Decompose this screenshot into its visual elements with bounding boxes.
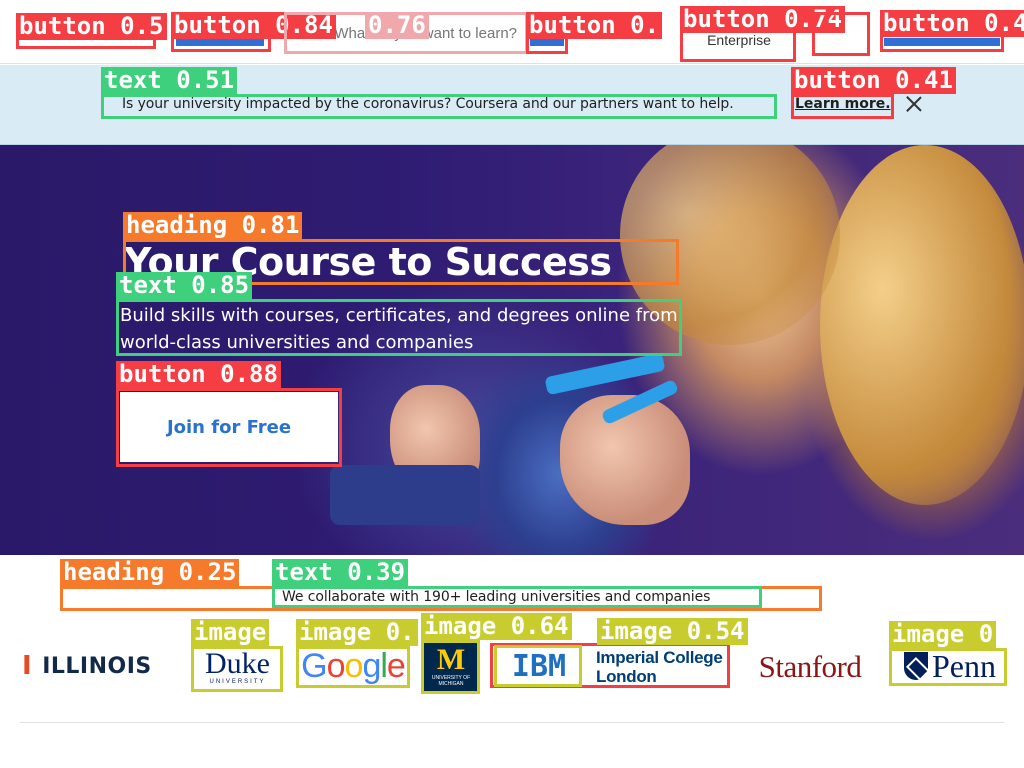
hero-image-robot-body [330, 465, 480, 525]
detection-label: text 0.39 [272, 559, 409, 586]
detection-label: heading 0.25 [60, 559, 240, 586]
detection-label: image [191, 619, 270, 646]
top-header: What do you want to learn? Enterprise [0, 0, 1024, 64]
login-button[interactable] [812, 14, 870, 56]
penn-shield-icon [904, 652, 928, 680]
illinois-logo-text: ILLINOIS [42, 653, 152, 679]
section-divider [20, 722, 1004, 723]
penn-logo-text: Penn [932, 647, 996, 684]
google-letter: o [326, 646, 346, 685]
detection-label: image 0.64 [421, 613, 572, 640]
hero-image-hair [820, 145, 1024, 505]
duke-logo-sub: UNIVERSITY [209, 679, 266, 685]
google-logo-text: Google [301, 646, 406, 686]
google-letter: o [344, 646, 364, 685]
close-icon[interactable] [904, 94, 924, 114]
search-input[interactable]: What do you want to learn? [286, 14, 528, 52]
ibm-logo: IBM [498, 648, 580, 684]
imperial-logo-line1: Imperial College [596, 648, 723, 667]
imperial-logo: Imperial College London [596, 647, 726, 687]
illinois-i-icon: I [22, 651, 33, 681]
stanford-logo-text: Stanford [758, 649, 862, 684]
search-submit-bar [530, 38, 564, 46]
hero-image-robot-arm [544, 352, 666, 396]
banner-message: Is your university impacted by the coron… [122, 96, 734, 112]
detection-label: image 0.54 [597, 618, 748, 645]
hero-title: Your Course to Success [124, 240, 612, 284]
duke-logo: Duke UNIVERSITY [195, 646, 280, 688]
duke-logo-text: Duke [205, 647, 270, 680]
michigan-logo-sub: UNIVERSITY OF MICHIGAN [431, 675, 471, 687]
join-button-bar [884, 38, 1000, 46]
enterprise-button[interactable]: Enterprise [682, 14, 796, 56]
google-letter: G [301, 646, 327, 685]
detection-label: image 0 [889, 621, 997, 648]
join-button[interactable] [880, 12, 1004, 52]
google-logo: Google [298, 644, 408, 688]
ibm-logo-text: IBM [511, 648, 567, 684]
hero-subtitle: Build skills with courses, certificates,… [120, 305, 678, 353]
penn-logo: Penn [894, 646, 1006, 686]
illinois-logo: I ILLINOIS [22, 648, 152, 684]
google-letter: g [362, 646, 381, 685]
join-for-free-button[interactable]: Join for Free [120, 392, 338, 462]
google-letter: e [386, 646, 406, 685]
michigan-logo-m: M [436, 643, 466, 676]
partners-heading: We collaborate with 190+ leading univers… [282, 589, 711, 605]
search-submit-button[interactable] [528, 12, 566, 52]
stanford-logo: Stanford [746, 648, 874, 686]
coursera-page: What do you want to learn? Enterprise Is… [0, 0, 1024, 768]
michigan-logo: M UNIVERSITY OF MICHIGAN [424, 640, 478, 692]
learn-more-link[interactable]: Learn more. [795, 96, 891, 112]
explore-button-bar [176, 38, 264, 46]
header-logo-button[interactable] [18, 14, 154, 48]
imperial-logo-line2: London [596, 667, 657, 686]
detection-label: image 0. [296, 619, 418, 646]
